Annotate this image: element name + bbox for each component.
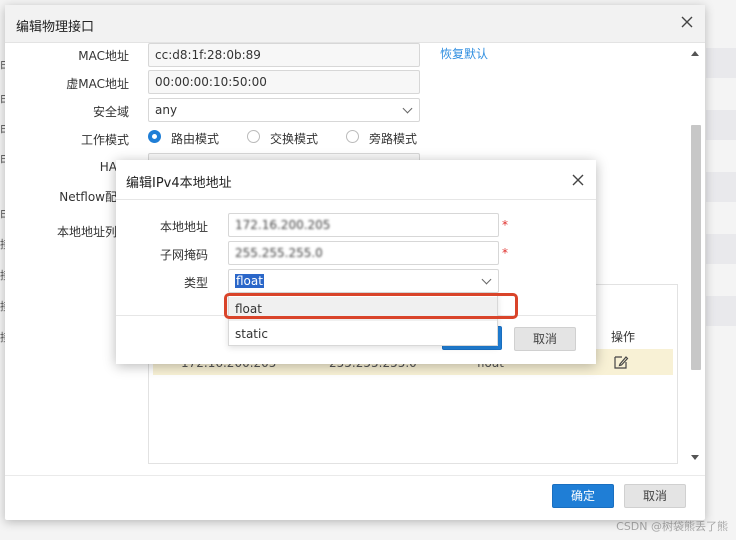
vmac-label: 虚MAC地址 [66, 77, 129, 91]
confirm-button[interactable]: 确定 [552, 484, 614, 508]
local-address-field[interactable]: 172.16.200.205 [228, 213, 499, 237]
watermark: CSDN @树袋熊丢了熊 [616, 520, 728, 533]
vmac-field[interactable]: 00:00:00:10:50:00 [148, 70, 420, 94]
netflow-label: Netflow配 [59, 190, 117, 204]
route-mode-label: 路由模式 [171, 132, 220, 146]
chevron-down-icon [402, 103, 413, 114]
scrollbar-thumb[interactable] [691, 125, 701, 370]
mode-label: 工作模式 [80, 133, 129, 147]
background-row [706, 110, 736, 140]
mac-label: MAC地址 [78, 49, 129, 63]
background-row [706, 234, 736, 264]
local-address-list-label: 本地地址列 [56, 225, 117, 239]
local-address-label: 本地地址 [159, 220, 208, 234]
dialog-footer: 确定 取消 [5, 475, 705, 520]
subnet-mask-field[interactable]: 255.255.255.0 [228, 241, 499, 265]
bypass-mode-radio[interactable] [346, 130, 359, 143]
scroll-up-icon[interactable] [691, 51, 699, 56]
bypass-mode-label: 旁路模式 [369, 132, 418, 146]
switch-mode-radio[interactable] [247, 130, 260, 143]
type-select[interactable]: float [228, 269, 499, 293]
required-mark: * [502, 218, 508, 232]
route-mode-radio[interactable] [148, 130, 161, 143]
inner-dialog-title: 编辑IPv4本地地址 [126, 176, 232, 191]
ha-label: HA [99, 160, 117, 174]
subnet-mask-label: 子网掩码 [159, 248, 208, 262]
vmac-value: 00:00:00:10:50:00 [155, 75, 267, 89]
type-value: float [235, 274, 264, 288]
chevron-down-icon [481, 274, 492, 285]
dropdown-option-static[interactable]: static [229, 322, 497, 346]
restore-default-link[interactable]: 恢复默认 [440, 45, 488, 62]
background-row [706, 48, 736, 78]
type-label: 类型 [183, 276, 208, 290]
inner-dialog-header: 编辑IPv4本地地址 [116, 160, 596, 200]
close-icon[interactable] [679, 14, 695, 30]
inner-cancel-button[interactable]: 取消 [514, 327, 576, 351]
zone-label: 安全域 [92, 105, 129, 119]
cancel-button[interactable]: 取消 [624, 484, 686, 508]
scrollbar[interactable] [689, 47, 701, 467]
mac-field[interactable]: cc:d8:1f:28:0b:89 [148, 43, 420, 67]
required-mark: * [502, 246, 508, 260]
subnet-mask-value: 255.255.255.0 [235, 246, 323, 260]
dialog-title: 编辑物理接口 [16, 20, 95, 35]
edit-icon[interactable] [613, 354, 629, 370]
zone-select[interactable]: any [148, 98, 420, 122]
local-address-value: 172.16.200.205 [235, 218, 331, 232]
dialog-header: 编辑物理接口 [5, 5, 705, 43]
background-row [706, 172, 736, 202]
switch-mode-label: 交换模式 [270, 132, 319, 146]
annotation-highlight-box [224, 293, 518, 319]
background-row [706, 296, 736, 326]
mac-value: cc:d8:1f:28:0b:89 [155, 48, 261, 62]
zone-value: any [155, 103, 178, 117]
operation-column-header: 操作 [611, 330, 636, 344]
scroll-down-icon[interactable] [691, 455, 699, 460]
close-icon[interactable] [570, 172, 586, 188]
